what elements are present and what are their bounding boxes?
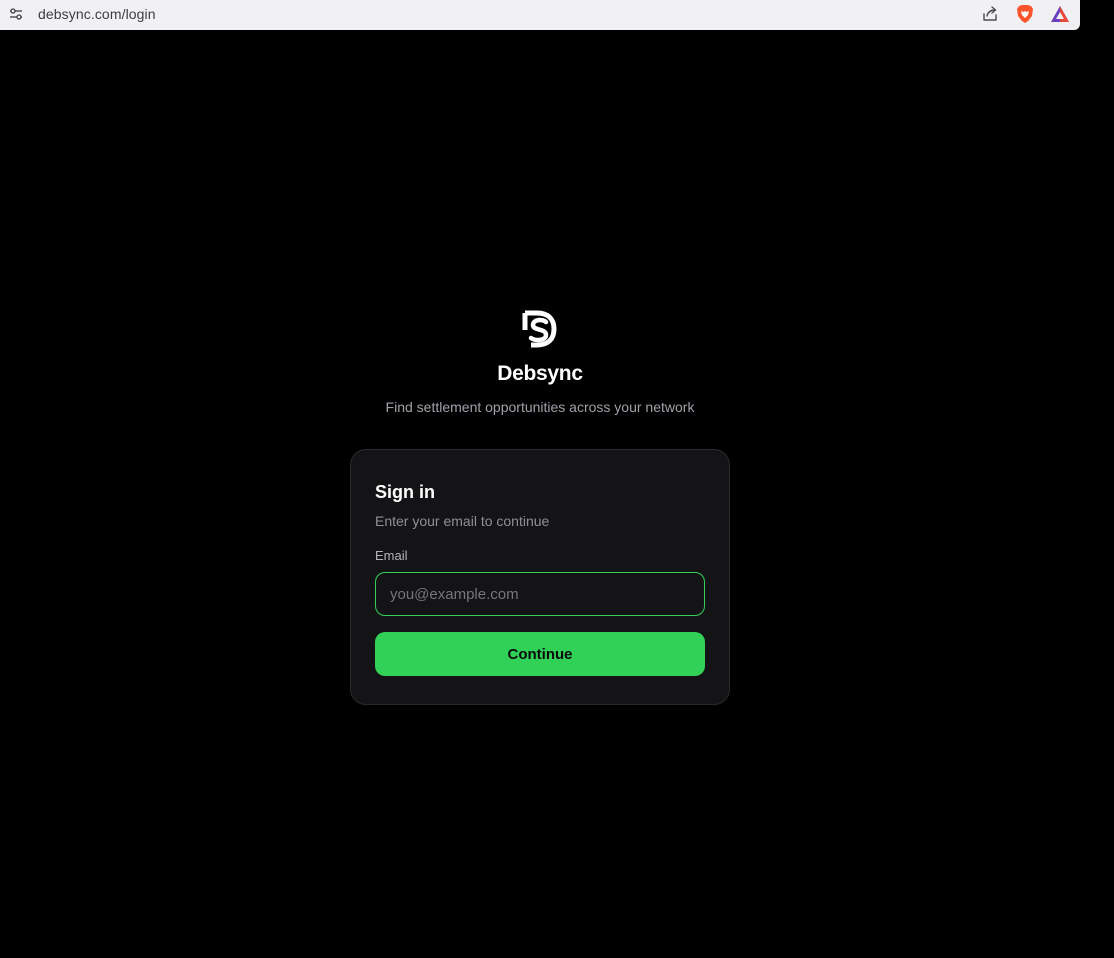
signin-card: Sign in Enter your email to continue Ema… [350,449,730,705]
email-label: Email [375,548,408,563]
brave-lion-icon[interactable] [1015,4,1035,24]
share-icon[interactable] [980,4,1000,24]
signin-subtitle: Enter your email to continue [375,513,550,529]
brave-rewards-icon[interactable] [1050,4,1070,24]
email-field[interactable] [375,572,705,616]
brand-name: Debsync [497,362,583,385]
address-bar-url[interactable]: debsync.com/login [38,6,156,22]
signin-title: Sign in [375,482,435,502]
continue-button[interactable]: Continue [375,632,705,676]
browser-toolbar: debsync.com/login [0,0,1080,30]
ds-logo-icon [521,310,557,348]
site-settings-icon[interactable] [9,7,23,21]
brand-tagline: Find settlement opportunities across you… [385,399,695,415]
